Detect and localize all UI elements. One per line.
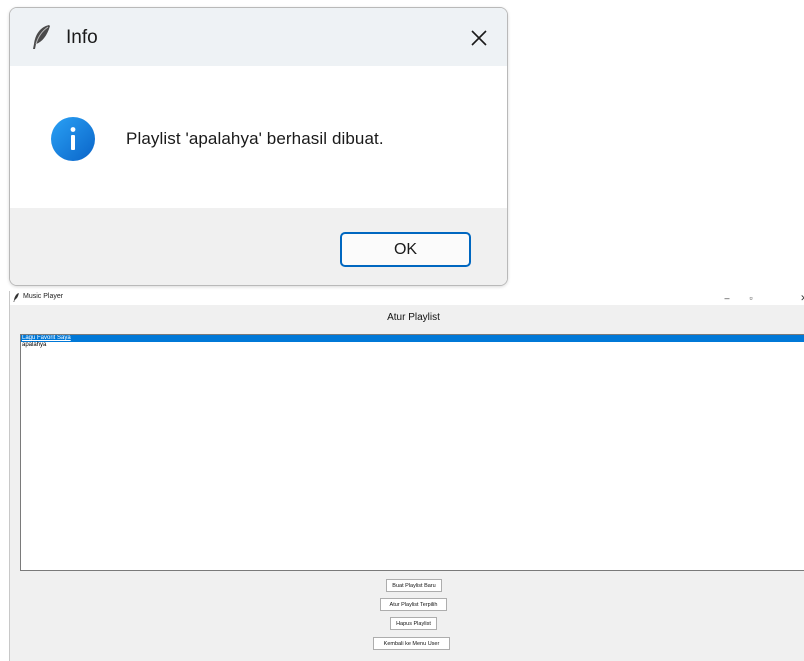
close-icon [471, 30, 487, 46]
back-to-user-menu-button[interactable]: Kembali ke Menu User [373, 637, 450, 650]
feather-icon [13, 293, 19, 302]
feather-icon [33, 25, 50, 49]
playlist-item[interactable]: apalahya [21, 342, 804, 349]
window-title: Music Player [23, 293, 64, 300]
playlist-listbox[interactable]: Lagu Favorit Saya apalahya [20, 334, 804, 571]
window-title-bar: Music Player – ▫ ✕ [10, 291, 804, 305]
music-player-window: Music Player – ▫ ✕ Atur Playlist Lagu Fa… [9, 291, 804, 661]
dialog-body: Playlist 'apalahya' berhasil dibuat. [10, 66, 507, 208]
page-title: Atur Playlist [387, 312, 440, 323]
playlist-item[interactable]: Lagu Favorit Saya [21, 335, 804, 342]
ok-button[interactable]: OK [340, 232, 471, 267]
dialog-title-bar: Info [10, 8, 507, 66]
create-playlist-button[interactable]: Buat Playlist Baru [386, 579, 442, 592]
info-icon [51, 117, 95, 161]
dialog-message: Playlist 'apalahya' berhasil dibuat. [126, 129, 384, 148]
minimize-button[interactable]: – [717, 291, 737, 305]
manage-playlist-button[interactable]: Atur Playlist Terpilih [380, 598, 447, 611]
dialog-footer: OK [10, 208, 507, 285]
delete-playlist-button[interactable]: Hapus Playlist [390, 617, 437, 630]
maximize-icon: ▫ [749, 293, 753, 303]
window-close-button[interactable]: ✕ [794, 291, 804, 305]
info-dialog: Info Playlist 'apalahya' berhasil dibuat… [9, 7, 508, 286]
maximize-button[interactable]: ▫ [741, 291, 761, 305]
minimize-icon: – [724, 293, 730, 303]
dialog-title: Info [66, 27, 98, 48]
close-icon: ✕ [800, 292, 804, 303]
dialog-close-button[interactable] [459, 18, 499, 58]
